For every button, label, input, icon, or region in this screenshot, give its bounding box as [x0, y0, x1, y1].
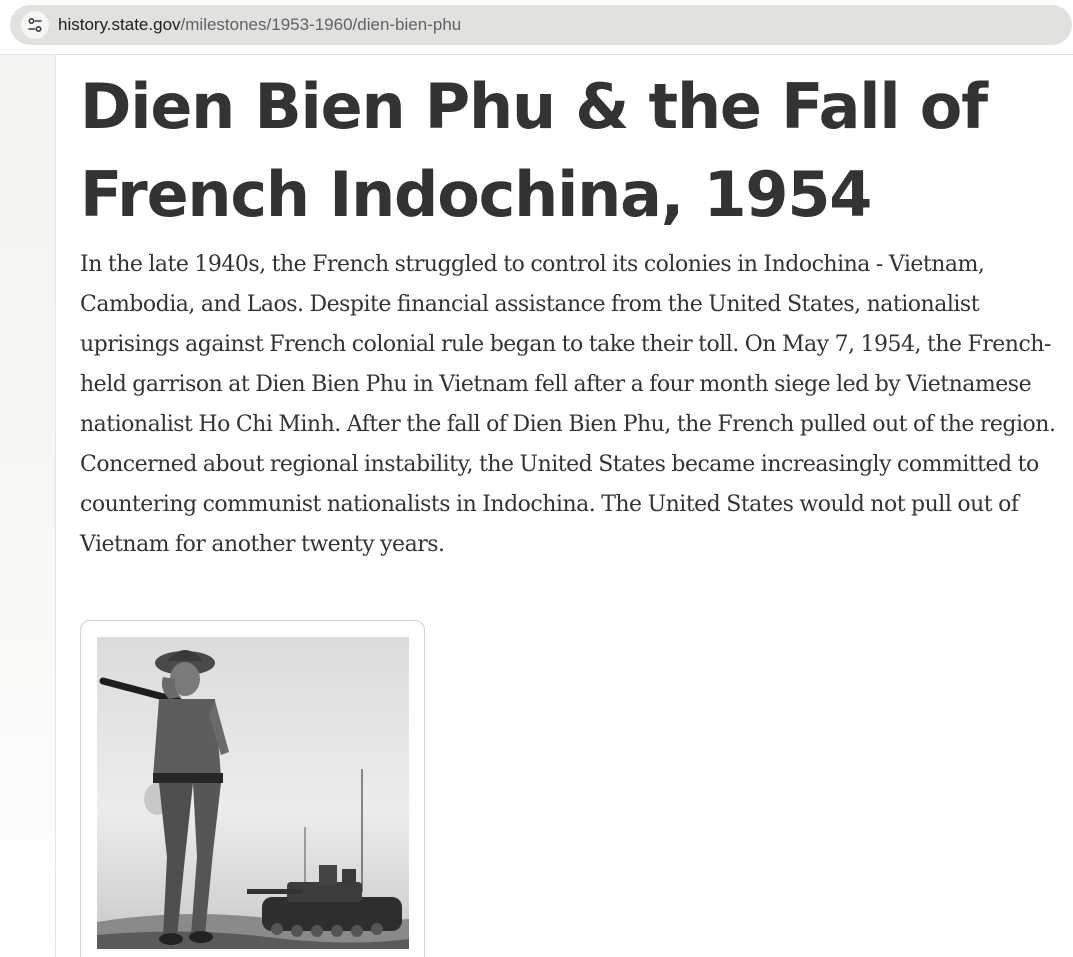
- url-path: /milestones/1953-1960/dien-bien-phu: [180, 15, 462, 34]
- browser-toolbar: history.state.gov/milestones/1953-1960/d…: [0, 0, 1073, 55]
- page-content: Dien Bien Phu & the Fall of French Indoc…: [0, 55, 1073, 957]
- url-text[interactable]: history.state.gov/milestones/1953-1960/d…: [58, 15, 461, 35]
- photo-image: [97, 637, 409, 949]
- site-info-icon[interactable]: [21, 11, 49, 39]
- url-host: history.state.gov: [58, 15, 181, 34]
- address-bar[interactable]: history.state.gov/milestones/1953-1960/d…: [10, 5, 1072, 45]
- tune-icon: [28, 17, 42, 33]
- left-sidebar-edge: [0, 55, 56, 957]
- page-title: Dien Bien Phu & the Fall of French Indoc…: [80, 70, 988, 231]
- figure-card[interactable]: [80, 620, 425, 957]
- soldier-photo[interactable]: [97, 637, 409, 949]
- article-intro: In the late 1940s, the French struggled …: [80, 252, 1056, 557]
